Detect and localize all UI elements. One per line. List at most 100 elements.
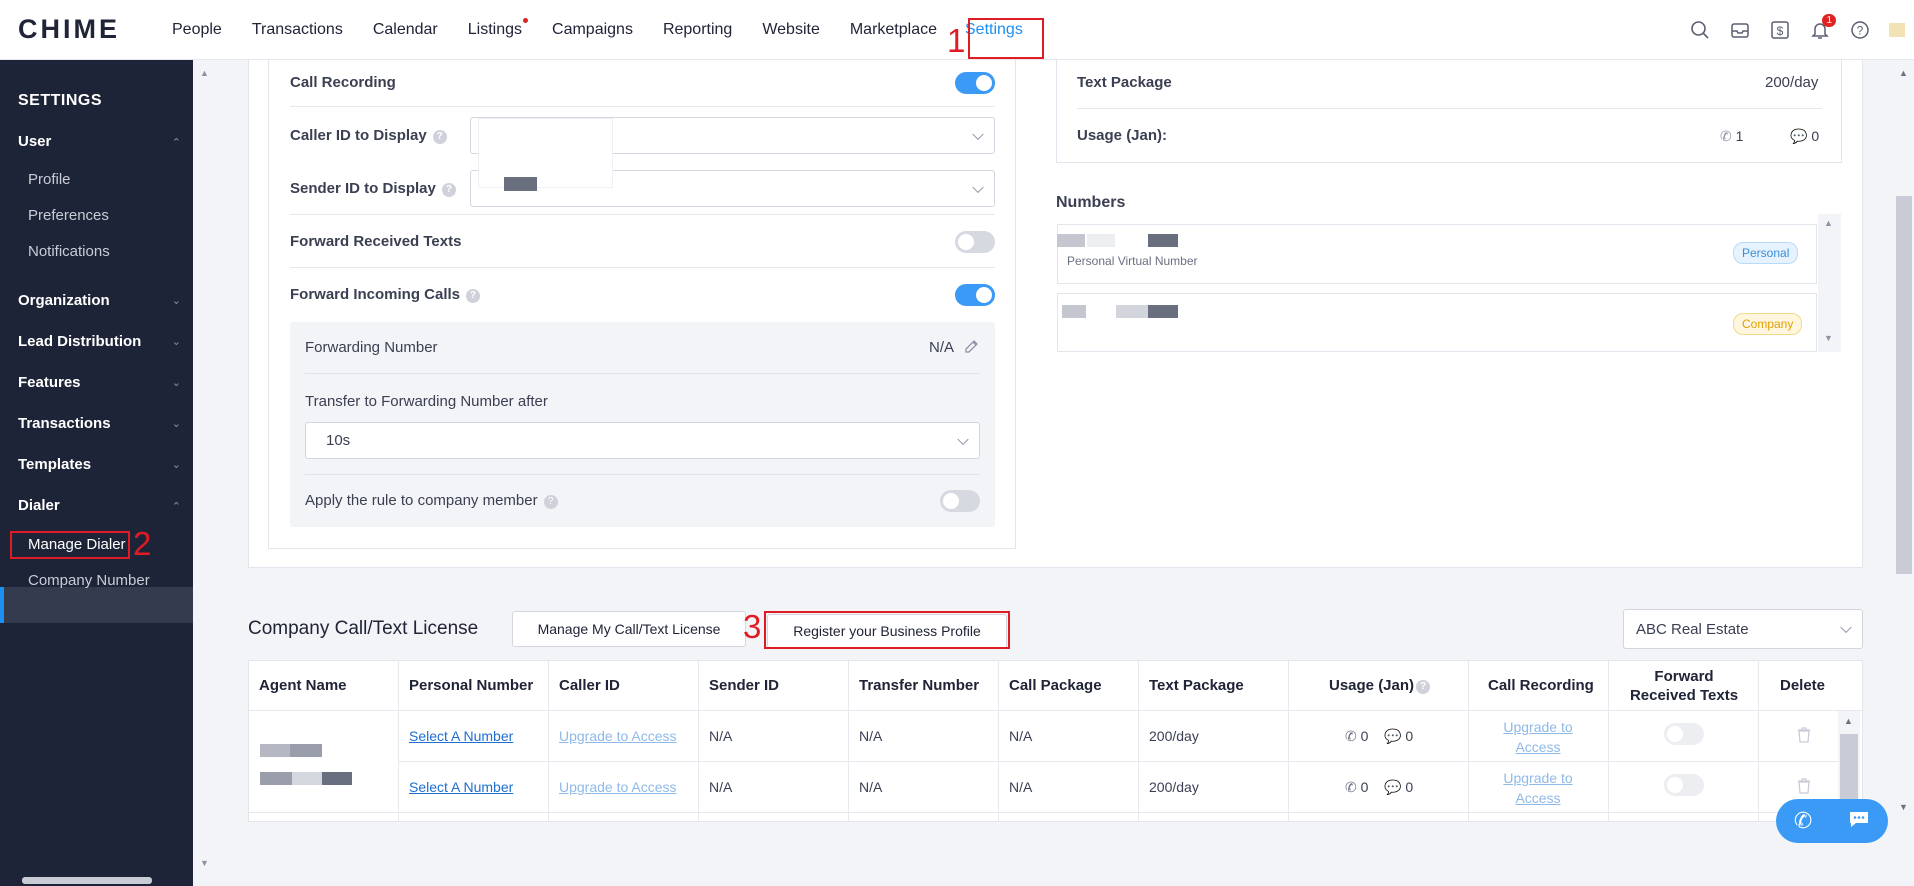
- sidebar-item-notifications[interactable]: Notifications: [28, 243, 110, 260]
- license-title: Company Call/Text License: [248, 618, 479, 639]
- call-package-value: N/A: [1009, 728, 1033, 744]
- company-select-value: ABC Real Estate: [1636, 621, 1749, 638]
- chime-logo[interactable]: CHIME: [18, 14, 120, 45]
- chat-icon: 💬: [1384, 728, 1402, 744]
- sidebar-section-templates[interactable]: Templates: [18, 456, 91, 473]
- nav-listings[interactable]: Listings: [468, 18, 529, 39]
- help-icon[interactable]: ?: [1416, 680, 1431, 694]
- upgrade-link[interactable]: Upgrade to Access: [559, 728, 677, 744]
- help-icon[interactable]: ?: [432, 130, 447, 144]
- sidebar-section-organization[interactable]: Organization: [18, 292, 110, 309]
- nav-website[interactable]: Website: [762, 21, 820, 39]
- chevron-down-icon[interactable]: ⌄: [172, 458, 181, 471]
- inbox-icon[interactable]: [1720, 10, 1760, 50]
- divider: [290, 214, 995, 215]
- dropdown-blank-panel: [478, 118, 613, 188]
- sidebar-section-dialer[interactable]: Dialer: [18, 497, 60, 514]
- nav-reporting[interactable]: Reporting: [663, 21, 732, 39]
- col-divider: [1138, 661, 1139, 821]
- sidebar-item-profile[interactable]: Profile: [28, 171, 71, 188]
- col-divider: [1468, 661, 1469, 821]
- redacted-value: [504, 177, 537, 191]
- redacted-number: [1087, 234, 1115, 247]
- sidebar-active-indicator: [0, 587, 4, 623]
- upgrade-link[interactable]: Upgrade to Access: [559, 779, 677, 795]
- scroll-down-arrow[interactable]: ▼: [200, 858, 209, 868]
- table-header-divider: [248, 710, 1863, 711]
- forwarding-number-value: N/A: [929, 339, 955, 356]
- apply-rule-toggle[interactable]: [940, 490, 980, 512]
- usage-texts-count: 0: [1811, 128, 1820, 144]
- number-item[interactable]: [1057, 293, 1817, 352]
- trash-icon[interactable]: [1797, 727, 1811, 747]
- sidebar-section-user[interactable]: User: [18, 133, 51, 150]
- trash-icon[interactable]: [1797, 778, 1811, 798]
- transfer-value: N/A: [859, 779, 883, 795]
- chevron-down-icon[interactable]: ⌄: [172, 376, 181, 389]
- upgrade-link[interactable]: Upgrade to Access: [1488, 768, 1588, 808]
- floating-contact-button[interactable]: ✆: [1776, 799, 1888, 843]
- package-card: [1056, 60, 1842, 163]
- search-icon[interactable]: [1680, 10, 1720, 50]
- chevron-down-icon[interactable]: ⌄: [172, 294, 181, 307]
- chat-icon[interactable]: [1848, 809, 1870, 833]
- notification-badge: 1: [1822, 14, 1836, 27]
- help-icon[interactable]: ?: [441, 183, 456, 197]
- sidebar-scroll-track[interactable]: ▲ ▼: [193, 60, 215, 886]
- scroll-up-arrow[interactable]: ▲: [1899, 68, 1908, 78]
- scroll-down-arrow[interactable]: ▼: [1824, 333, 1833, 343]
- forward-texts-toggle[interactable]: [1664, 723, 1704, 745]
- company-select[interactable]: ABC Real Estate: [1623, 609, 1863, 649]
- sidebar-item-company-number[interactable]: Company Number: [28, 572, 150, 589]
- top-icons: $ 1 ?: [1680, 0, 1914, 60]
- select-number-link[interactable]: Select A Number: [409, 779, 513, 795]
- select-number-link[interactable]: Select A Number: [409, 728, 513, 744]
- scroll-down-arrow[interactable]: ▼: [1899, 802, 1908, 812]
- chevron-down-icon[interactable]: ⌄: [172, 335, 181, 348]
- scroll-up-arrow[interactable]: ▲: [200, 68, 209, 78]
- forward-texts-toggle[interactable]: [955, 231, 995, 253]
- col-divider: [548, 661, 549, 821]
- scroll-up-arrow[interactable]: ▲: [1844, 716, 1853, 726]
- avatar[interactable]: [1880, 10, 1914, 50]
- dollar-icon[interactable]: $: [1760, 10, 1800, 50]
- number-subtitle: Personal Virtual Number: [1067, 254, 1198, 268]
- help-icon[interactable]: ?: [543, 495, 558, 509]
- chevron-down-icon[interactable]: ⌄: [172, 417, 181, 430]
- upgrade-link[interactable]: Upgrade to Access: [1488, 717, 1588, 757]
- call-recording-toggle[interactable]: [955, 72, 995, 94]
- help-icon[interactable]: ?: [466, 289, 481, 303]
- bell-icon[interactable]: 1: [1800, 10, 1840, 50]
- chevron-up-icon[interactable]: ⌃: [172, 500, 181, 513]
- forward-calls-label: Forward Incoming Calls?: [290, 286, 481, 303]
- nav-marketplace[interactable]: Marketplace: [850, 21, 937, 39]
- nav-calendar[interactable]: Calendar: [373, 21, 438, 39]
- numbers-scroll-track[interactable]: [1818, 214, 1841, 352]
- forward-texts-toggle[interactable]: [1664, 774, 1704, 796]
- sidebar-section-features[interactable]: Features: [18, 374, 81, 391]
- sidebar-section-transactions[interactable]: Transactions: [18, 415, 111, 432]
- nav-campaigns[interactable]: Campaigns: [552, 21, 633, 39]
- manage-license-button[interactable]: Manage My Call/Text License: [512, 611, 746, 647]
- nav-people[interactable]: People: [172, 21, 222, 39]
- edit-icon[interactable]: [964, 338, 980, 358]
- nav-transactions[interactable]: Transactions: [252, 21, 343, 39]
- sidebar-section-lead-distribution[interactable]: Lead Distribution: [18, 333, 141, 350]
- transfer-select[interactable]: 10s: [305, 422, 980, 459]
- sidebar-scrollbar[interactable]: [22, 877, 152, 884]
- page-scroll-thumb[interactable]: [1896, 196, 1912, 574]
- chevron-up-icon[interactable]: ⌃: [172, 136, 181, 149]
- usage-texts-count: 0: [1405, 779, 1414, 795]
- phone-icon[interactable]: ✆: [1794, 808, 1812, 834]
- scroll-up-arrow[interactable]: ▲: [1824, 218, 1833, 228]
- usage-calls: ✆ 1: [1720, 128, 1743, 145]
- col-divider: [848, 661, 849, 821]
- numbers-title: Numbers: [1056, 194, 1126, 211]
- sidebar-item-preferences[interactable]: Preferences: [28, 207, 109, 224]
- forward-calls-toggle[interactable]: [955, 284, 995, 306]
- help-icon[interactable]: ?: [1840, 10, 1880, 50]
- col-divider: [1288, 661, 1289, 821]
- svg-text:?: ?: [1857, 24, 1864, 38]
- sender-id-label: Sender ID to Display?: [290, 180, 456, 197]
- col-delete: Delete: [1780, 677, 1826, 694]
